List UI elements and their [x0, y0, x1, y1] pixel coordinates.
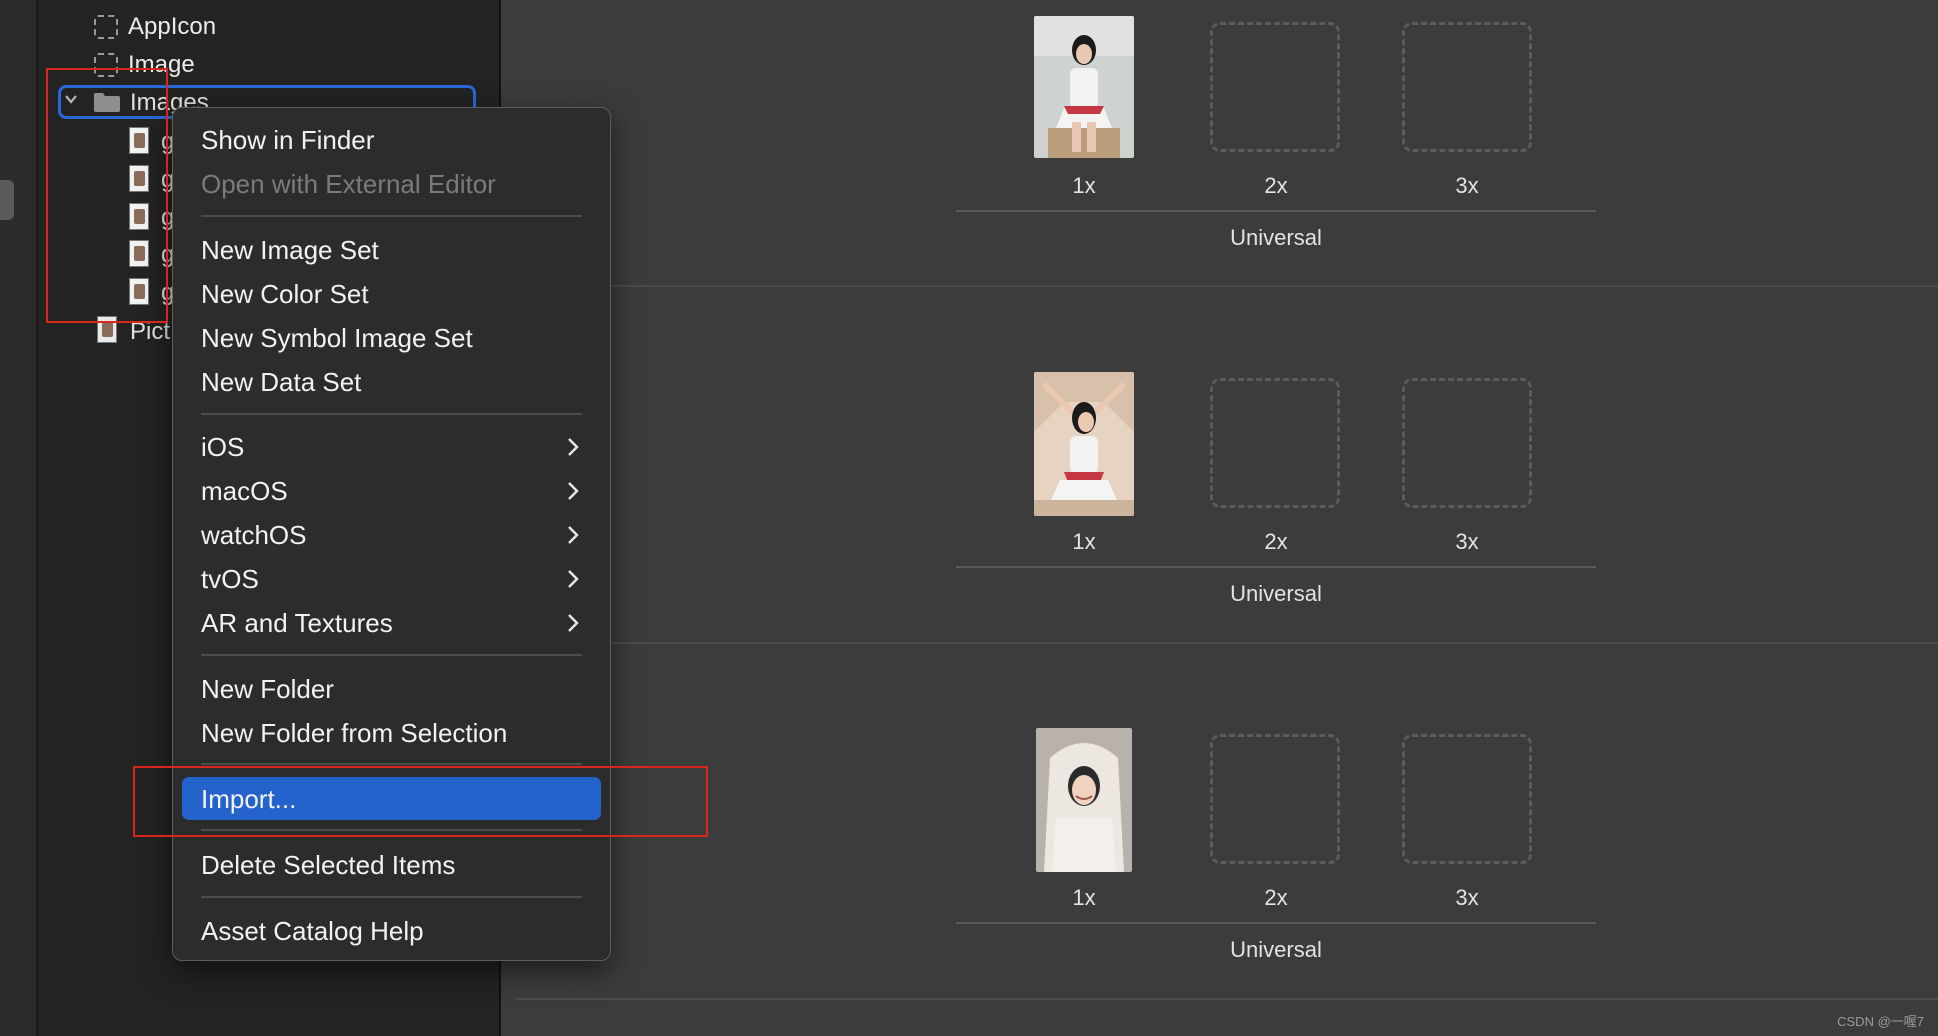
- section-divider: [501, 642, 1938, 644]
- menu-item-label: New Symbol Image Set: [201, 322, 473, 353]
- scale-label-3x: 3x: [1455, 529, 1479, 554]
- universal-divider: [956, 566, 1596, 568]
- scale-label-1x: 1x: [1072, 529, 1096, 554]
- menu-item-label: New Folder from Selection: [201, 717, 508, 748]
- scale-label-1x: 1x: [1072, 173, 1096, 198]
- menu-item-label: Show in Finder: [201, 124, 375, 155]
- submenu-chevron-icon: [568, 570, 579, 588]
- menu-item-label: watchOS: [201, 519, 307, 550]
- menu-separator: [201, 896, 582, 898]
- scale-label-3x: 3x: [1455, 173, 1479, 198]
- window-edge-strip: [0, 0, 37, 1036]
- menu-item-asset-catalog-help[interactable]: Asset Catalog Help: [201, 912, 582, 950]
- section-divider: [516, 998, 1938, 1000]
- watermark-text: CSDN @一喔7: [1837, 1014, 1924, 1029]
- menu-item-new-image-set[interactable]: New Image Set: [201, 231, 582, 269]
- menu-item-new-color-set[interactable]: New Color Set: [201, 275, 582, 313]
- menu-item-tvos[interactable]: tvOS: [201, 560, 582, 598]
- annotation-box-import: [133, 766, 708, 837]
- asset-editor: [501, 0, 1938, 1036]
- empty-slot-2x[interactable]: [1210, 378, 1340, 508]
- submenu-chevron-icon: [568, 482, 579, 500]
- menu-item-label: Asset Catalog Help: [201, 915, 424, 946]
- menu-item-ios[interactable]: iOS: [201, 428, 582, 466]
- empty-slot-2x[interactable]: [1210, 734, 1340, 864]
- menu-item-label: New Color Set: [201, 278, 369, 309]
- device-group-label: Universal: [1230, 581, 1322, 606]
- empty-slot-3x[interactable]: [1402, 378, 1532, 508]
- menu-item-label: iOS: [201, 431, 245, 462]
- scale-label-1x: 1x: [1072, 885, 1096, 910]
- menu-item-new-symbol-image-set[interactable]: New Symbol Image Set: [201, 319, 582, 357]
- menu-item-label: AR and Textures: [201, 607, 393, 638]
- menu-item-label: New Data Set: [201, 366, 362, 397]
- menu-item-open-external-editor: Open with External Editor: [201, 165, 582, 203]
- photo-thumbnail-1x[interactable]: [1034, 16, 1134, 158]
- menu-separator: [201, 215, 582, 217]
- menu-item-show-in-finder[interactable]: Show in Finder: [201, 121, 582, 159]
- scale-label-3x: 3x: [1455, 885, 1479, 910]
- menu-item-new-folder[interactable]: New Folder: [201, 670, 582, 708]
- submenu-chevron-icon: [568, 438, 579, 456]
- menu-item-label: New Folder: [201, 673, 334, 704]
- photo-thumbnail-1x[interactable]: [1036, 728, 1132, 872]
- menu-item-new-folder-from-selection[interactable]: New Folder from Selection: [201, 714, 582, 752]
- menu-separator: [201, 413, 582, 415]
- nav-item-appicon[interactable]: AppIcon: [94, 10, 216, 44]
- scale-label-2x: 2x: [1264, 529, 1288, 554]
- menu-separator: [201, 763, 582, 765]
- menu-item-label: Open with External Editor: [201, 168, 496, 199]
- section-divider: [501, 285, 1938, 287]
- menu-item-delete-selected-items[interactable]: Delete Selected Items: [201, 846, 582, 884]
- menu-item-new-data-set[interactable]: New Data Set: [201, 363, 582, 401]
- nav-item-label: AppIcon: [128, 13, 217, 40]
- empty-slot-2x[interactable]: [1210, 22, 1340, 152]
- scale-label-2x: 2x: [1264, 173, 1288, 198]
- menu-item-label: tvOS: [201, 563, 259, 594]
- appicon-set-icon: [94, 15, 118, 39]
- scale-label-2x: 2x: [1264, 885, 1288, 910]
- menu-item-label: New Image Set: [201, 234, 379, 265]
- menu-item-macos[interactable]: macOS: [201, 472, 582, 510]
- menu-separator: [201, 654, 582, 656]
- menu-item-label: Delete Selected Items: [201, 849, 456, 880]
- menu-item-ar-and-textures[interactable]: AR and Textures: [201, 604, 582, 642]
- menu-item-watchos[interactable]: watchOS: [201, 516, 582, 554]
- universal-divider: [956, 922, 1596, 924]
- device-group-label: Universal: [1230, 225, 1322, 250]
- annotation-box-images-children: [46, 68, 168, 323]
- universal-divider: [956, 210, 1596, 212]
- empty-slot-3x[interactable]: [1402, 734, 1532, 864]
- submenu-chevron-icon: [568, 614, 579, 632]
- menu-item-label: macOS: [201, 475, 288, 506]
- empty-slot-3x[interactable]: [1402, 22, 1532, 152]
- device-group-label: Universal: [1230, 937, 1322, 962]
- submenu-chevron-icon: [568, 526, 579, 544]
- photo-thumbnail-1x[interactable]: [1034, 372, 1134, 516]
- edge-tab[interactable]: [0, 180, 14, 220]
